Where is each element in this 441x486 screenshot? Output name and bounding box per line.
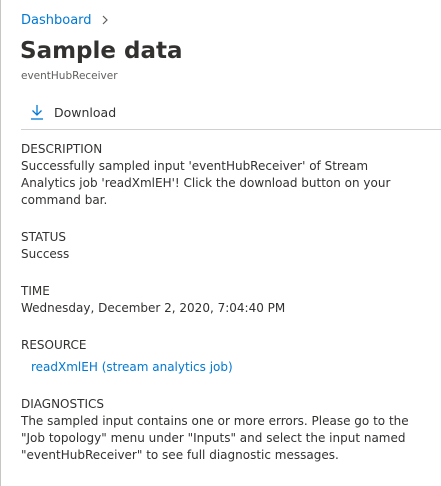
resource-section: RESOURCE readXmlEH (stream analytics job… (21, 337, 421, 376)
status-section: STATUS Success (21, 229, 421, 263)
panel-left-border (0, 0, 1, 486)
time-label: TIME (21, 284, 50, 298)
download-button-label: Download (54, 104, 117, 120)
page-title: Sample data (20, 38, 183, 64)
description-label: DESCRIPTION (21, 142, 103, 156)
commandbar-divider (21, 129, 441, 130)
chevron-right-icon (100, 14, 110, 26)
status-label: STATUS (21, 230, 67, 244)
time-value: Wednesday, December 2, 2020, 7:04:40 PM (21, 301, 286, 315)
resource-label: RESOURCE (21, 338, 87, 352)
diagnostics-label: DIAGNOSTICS (21, 397, 104, 411)
page-subtitle: eventHubReceiver (21, 70, 118, 82)
description-section: DESCRIPTION Successfully sampled input '… (21, 141, 421, 209)
download-button[interactable]: Download (21, 100, 116, 124)
diagnostics-value: The sampled input contains one or more e… (21, 414, 409, 462)
time-section: TIME Wednesday, December 2, 2020, 7:04:4… (21, 283, 421, 317)
breadcrumb: Dashboard (21, 11, 110, 29)
resource-link[interactable]: readXmlEH (stream analytics job) (31, 359, 233, 376)
download-icon (30, 104, 44, 120)
description-value: Successfully sampled input 'eventHubRece… (21, 159, 391, 207)
status-value: Success (21, 247, 70, 261)
breadcrumb-dashboard-link[interactable]: Dashboard (21, 13, 92, 28)
diagnostics-section: DIAGNOSTICS The sampled input contains o… (21, 396, 421, 464)
